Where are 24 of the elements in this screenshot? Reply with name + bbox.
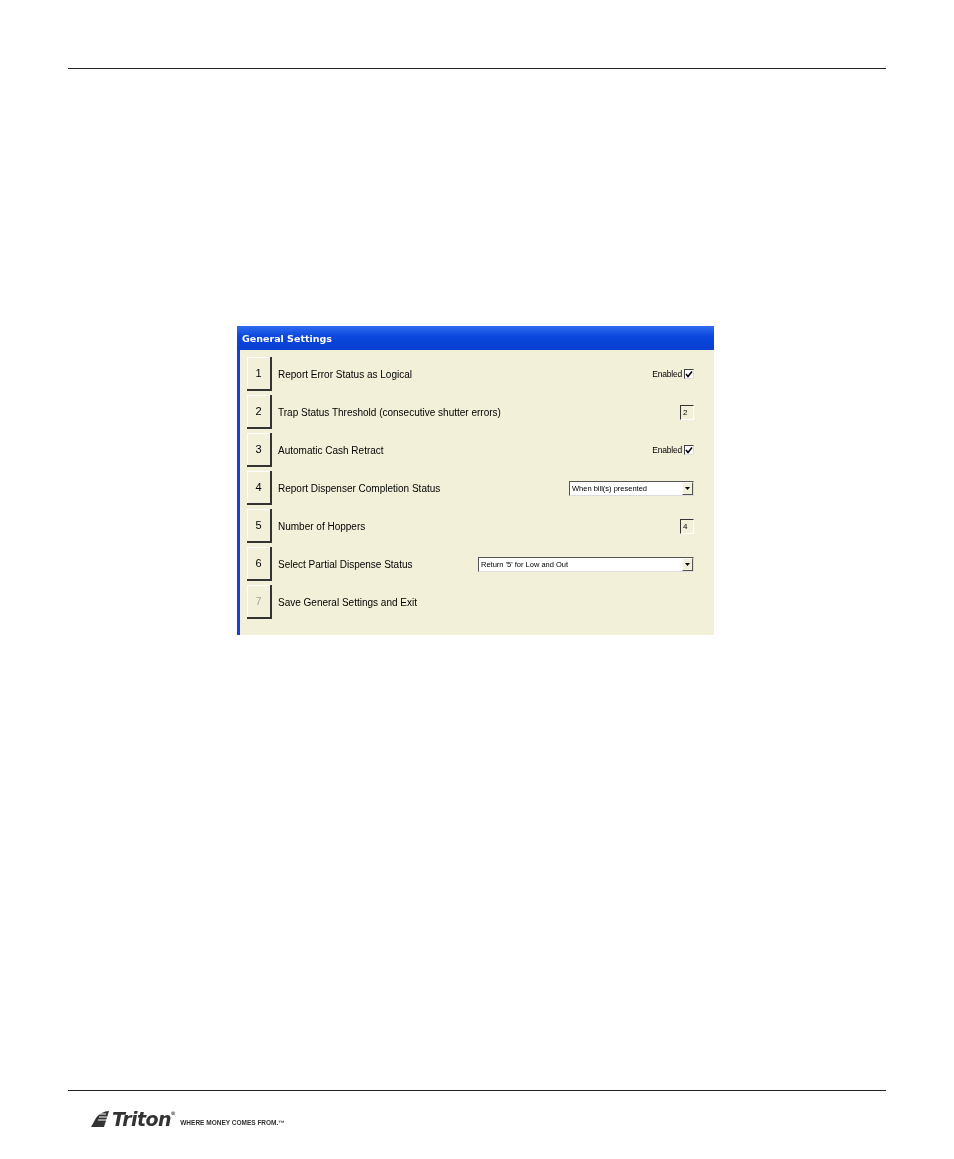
setting-label: Report Dispenser Completion Status (278, 482, 442, 494)
input-field[interactable]: 4 (680, 518, 694, 534)
number-button[interactable]: 6 (247, 547, 272, 581)
setting-label: Select Partial Dispense Status (278, 558, 414, 570)
setting-label: Report Error Status as Logical (278, 368, 413, 380)
checkbox[interactable] (684, 445, 694, 455)
number-button[interactable]: 1 (247, 357, 272, 391)
setting-label: Number of Hoppers (278, 520, 367, 532)
logo-mark-icon (90, 1110, 110, 1128)
input-field[interactable]: 2 (680, 404, 694, 420)
check-icon (685, 370, 693, 378)
checkbox-label: Enabled (652, 369, 682, 379)
setting-label: Save General Settings and Exit (278, 596, 418, 608)
checkbox[interactable] (684, 369, 694, 379)
setting-label: Automatic Cash Retract (278, 444, 385, 456)
check-icon (685, 446, 693, 454)
setting-label: Trap Status Threshold (consecutive shutter errors) (278, 406, 502, 418)
number-button[interactable]: 5 (247, 509, 272, 543)
number-button[interactable]: 4 (247, 471, 272, 505)
number-button[interactable]: 2 (247, 395, 272, 429)
number-button[interactable]: 3 (247, 433, 272, 467)
window-title: General Settings (242, 332, 332, 344)
checkbox-label: Enabled (652, 445, 682, 455)
brand-name: Triton$^{®}$ (112, 1109, 176, 1129)
